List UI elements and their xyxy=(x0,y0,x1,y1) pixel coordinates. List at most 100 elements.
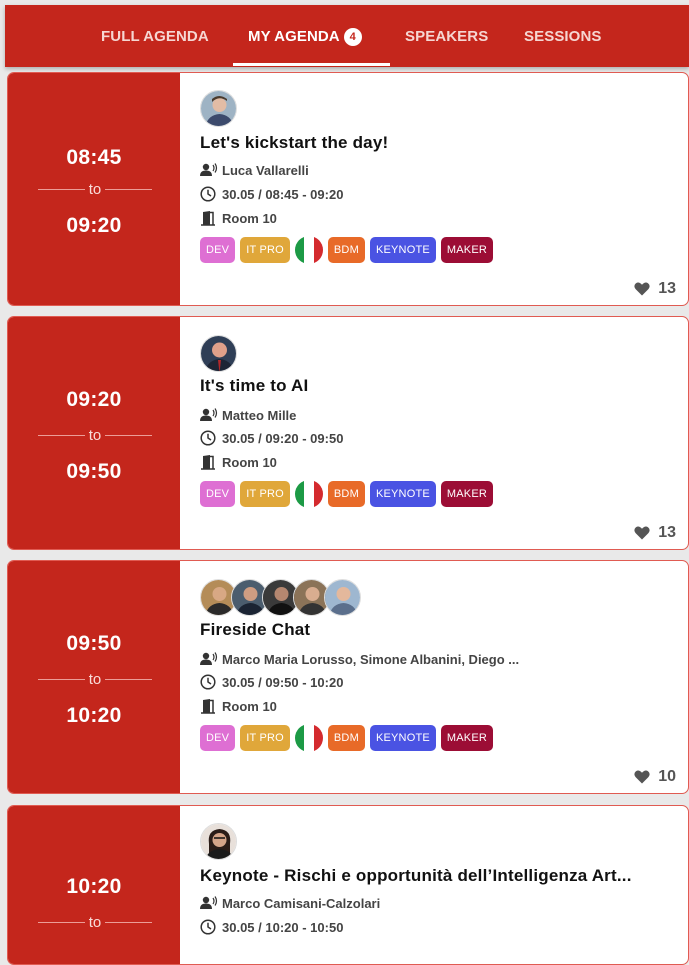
speaker-names: Matteo Mille xyxy=(222,407,297,423)
speaker-avatars xyxy=(200,335,237,373)
session-room: Room 10 xyxy=(200,210,277,226)
tag-keynote: KEYNOTE xyxy=(369,237,436,263)
italy-flag-icon xyxy=(294,724,323,752)
end-time: 09:50 xyxy=(66,460,122,483)
datetime-text: 30.05 / 10:20 - 10:50 xyxy=(222,919,344,935)
time-separator: to xyxy=(38,180,153,198)
tag-bdm: BDM xyxy=(327,237,365,263)
tag-it-pro: IT PRO xyxy=(240,481,290,507)
like-button[interactable]: 10 xyxy=(634,768,676,786)
start-time: 08:45 xyxy=(66,146,122,169)
tag-dev: DEV xyxy=(200,481,236,507)
session-title[interactable]: Keynote - Rischi e opportunità dell’Inte… xyxy=(200,866,632,886)
session-card[interactable]: 08:45 to 09:20 Let's kickstart the day! … xyxy=(7,72,689,306)
session-room: Room 10 xyxy=(200,698,277,714)
tag-maker: MAKER xyxy=(440,481,494,507)
speaker-names: Marco Maria Lorusso, Simone Albanini, Di… xyxy=(222,651,520,667)
to-label: to xyxy=(88,913,102,931)
like-button[interactable]: 13 xyxy=(634,280,676,298)
tag-dev: DEV xyxy=(200,725,236,751)
session-content: Let's kickstart the day! Luca Vallarelli… xyxy=(200,73,688,305)
italy-flag-icon xyxy=(294,480,323,508)
avatar[interactable] xyxy=(200,335,237,372)
tag-bdm: BDM xyxy=(327,481,365,507)
avatar[interactable] xyxy=(324,579,361,616)
session-title[interactable]: It's time to AI xyxy=(200,376,308,396)
heart-icon xyxy=(634,770,650,784)
session-datetime: 30.05 / 10:20 - 10:50 xyxy=(200,919,343,935)
tag-it-pro: IT PRO xyxy=(240,237,290,263)
italy-flag-icon xyxy=(294,236,323,264)
tab-label: FULL AGENDA xyxy=(101,28,209,45)
datetime-text: 30.05 / 09:50 - 10:20 xyxy=(222,674,344,690)
tab-sessions[interactable]: SESSIONS xyxy=(524,5,602,67)
like-button[interactable]: 13 xyxy=(634,524,676,542)
start-time: 09:50 xyxy=(66,632,122,655)
speaker-avatars xyxy=(200,579,361,617)
tab-label: SESSIONS xyxy=(524,28,602,45)
tag-list: DEV IT PRO BDM KEYNOTE MAKER xyxy=(200,480,498,508)
session-card[interactable]: 09:20 to 09:50 It's time to AI Matteo Mi… xyxy=(7,316,689,550)
speaker-icon xyxy=(200,651,218,667)
active-tab-indicator xyxy=(233,63,390,66)
speaker-avatars xyxy=(200,823,237,861)
session-speakers: Marco Maria Lorusso, Simone Albanini, Di… xyxy=(200,651,519,667)
top-nav: FULL AGENDA MY AGENDA 4 SPEAKERS SESSIONS xyxy=(5,5,689,67)
tag-maker: MAKER xyxy=(440,725,494,751)
end-time: 10:20 xyxy=(66,704,122,727)
session-datetime: 30.05 / 09:20 - 09:50 xyxy=(200,430,343,446)
start-time: 10:20 xyxy=(66,875,122,898)
session-title[interactable]: Fireside Chat xyxy=(200,620,310,640)
tab-speakers[interactable]: SPEAKERS xyxy=(405,5,488,67)
clock-icon xyxy=(200,430,218,446)
session-content: Keynote - Rischi e opportunità dell’Inte… xyxy=(200,806,688,964)
avatar[interactable] xyxy=(200,823,237,860)
clock-icon xyxy=(200,674,218,690)
session-card[interactable]: 10:20 to Keynote - Rischi e opportunità … xyxy=(7,805,689,965)
speaker-icon xyxy=(200,407,218,423)
time-column: 09:20 to 09:50 xyxy=(8,317,180,549)
tag-list: DEV IT PRO BDM KEYNOTE MAKER xyxy=(200,236,498,264)
tag-maker: MAKER xyxy=(440,237,494,263)
time-column: 09:50 to 10:20 xyxy=(8,561,180,793)
room-text: Room 10 xyxy=(222,454,277,470)
session-content: Fireside Chat Marco Maria Lorusso, Simon… xyxy=(200,561,688,793)
tag-keynote: KEYNOTE xyxy=(369,481,436,507)
session-datetime: 30.05 / 08:45 - 09:20 xyxy=(200,186,343,202)
session-title[interactable]: Let's kickstart the day! xyxy=(200,133,388,153)
like-count: 10 xyxy=(658,768,676,785)
datetime-text: 30.05 / 08:45 - 09:20 xyxy=(222,186,344,202)
session-card[interactable]: 09:50 to 10:20 Fireside Chat Marco Maria… xyxy=(7,560,689,794)
session-room: Room 10 xyxy=(200,454,277,470)
speaker-icon xyxy=(200,895,218,911)
to-label: to xyxy=(88,670,102,688)
start-time: 09:20 xyxy=(66,388,122,411)
tag-list: DEV IT PRO BDM KEYNOTE MAKER xyxy=(200,724,498,752)
door-icon xyxy=(200,454,218,470)
time-separator: to xyxy=(38,913,153,931)
room-text: Room 10 xyxy=(222,698,277,714)
heart-icon xyxy=(634,526,650,540)
heart-icon xyxy=(634,282,650,296)
door-icon xyxy=(200,210,218,226)
avatar[interactable] xyxy=(200,90,237,127)
like-count: 13 xyxy=(658,280,676,297)
session-speakers: Matteo Mille xyxy=(200,407,296,423)
time-separator: to xyxy=(38,670,153,688)
tab-my-agenda[interactable]: MY AGENDA 4 xyxy=(248,5,362,67)
tag-it-pro: IT PRO xyxy=(240,725,290,751)
tab-label: SPEAKERS xyxy=(405,28,489,45)
session-speakers: Marco Camisani-Calzolari xyxy=(200,895,380,911)
to-label: to xyxy=(88,180,102,198)
session-content: It's time to AI Matteo Mille 30.05 / 09:… xyxy=(200,317,688,549)
tag-bdm: BDM xyxy=(327,725,365,751)
time-column: 10:20 to xyxy=(8,806,180,964)
end-time: 09:20 xyxy=(66,214,122,237)
time-separator: to xyxy=(38,427,153,444)
tab-full-agenda[interactable]: FULL AGENDA xyxy=(101,5,209,67)
session-datetime: 30.05 / 09:50 - 10:20 xyxy=(200,674,343,690)
speaker-icon xyxy=(200,162,218,178)
clock-icon xyxy=(200,919,218,935)
like-count: 13 xyxy=(658,524,676,541)
tag-keynote: KEYNOTE xyxy=(369,725,436,751)
